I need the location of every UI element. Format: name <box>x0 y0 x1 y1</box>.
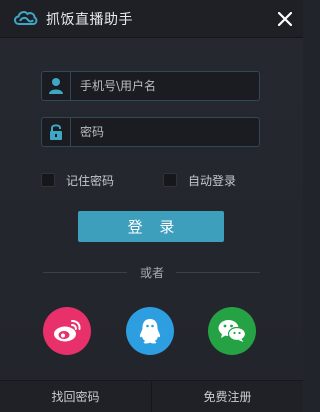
lock-icon <box>42 118 71 146</box>
auto-login-label: 自动登录 <box>188 173 237 188</box>
username-input[interactable] <box>80 77 252 95</box>
title-bar: 抓饭直播助手 <box>0 0 303 38</box>
qq-login-button[interactable] <box>126 307 174 355</box>
checkbox-box[interactable] <box>163 173 177 187</box>
auto-login-checkbox[interactable]: 自动登录 <box>163 171 236 189</box>
login-button[interactable]: 登 录 <box>78 211 224 242</box>
user-icon <box>42 72 71 100</box>
register-button[interactable]: 免费注册 <box>152 381 303 412</box>
password-input[interactable] <box>80 123 252 141</box>
app-title: 抓饭直播助手 <box>46 12 133 28</box>
remember-password-checkbox[interactable]: 记住密码 <box>41 171 114 189</box>
divider-line-left <box>43 272 127 273</box>
divider-line-right <box>176 272 260 273</box>
close-button[interactable] <box>267 0 303 37</box>
retrieve-password-label: 找回密码 <box>51 390 100 404</box>
footer: 找回密码 免费注册 <box>0 380 303 412</box>
close-icon <box>278 11 292 26</box>
wechat-icon <box>218 320 247 342</box>
checkbox-box[interactable] <box>41 173 55 187</box>
username-field[interactable] <box>41 71 260 101</box>
weibo-login-button[interactable] <box>43 307 91 355</box>
register-label: 免费注册 <box>203 390 252 404</box>
wechat-login-button[interactable] <box>208 307 256 355</box>
cloud-logo-icon <box>14 11 38 25</box>
qq-icon <box>139 319 161 344</box>
remember-password-label: 记住密码 <box>66 173 115 188</box>
weibo-icon <box>54 320 81 342</box>
retrieve-password-button[interactable]: 找回密码 <box>0 381 151 412</box>
divider-text: 或者 <box>139 266 164 280</box>
password-field[interactable] <box>41 117 260 147</box>
